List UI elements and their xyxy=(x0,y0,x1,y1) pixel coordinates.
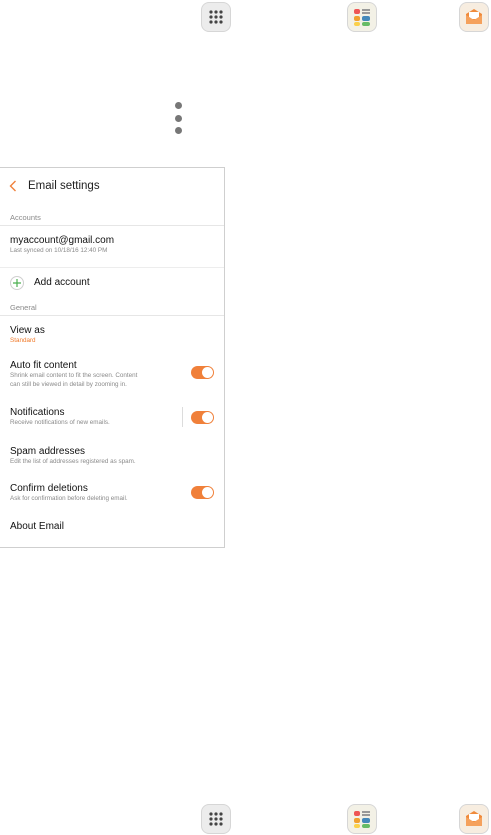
app-folder-icon[interactable] xyxy=(347,2,377,32)
account-email: myaccount@gmail.com xyxy=(10,235,115,246)
plus-icon xyxy=(10,275,24,290)
view-as-label: View as xyxy=(10,325,45,336)
auto-fit-content-item[interactable]: Auto fit content Shrink email content to… xyxy=(0,356,224,403)
notifications-toggle[interactable] xyxy=(191,411,214,424)
view-as-value: Standard xyxy=(10,337,36,344)
apps-grid-icon[interactable] xyxy=(201,2,231,32)
confirm-deletions-item[interactable]: Confirm deletions Ask for confirmation b… xyxy=(0,481,224,521)
section-header-accounts: Accounts xyxy=(0,203,224,226)
about-email-item[interactable]: About Email xyxy=(0,521,224,541)
confirm-desc: Ask for confirmation before deleting ema… xyxy=(10,495,128,502)
notifications-desc: Receive notifications of new emails. xyxy=(10,419,110,426)
auto-fit-desc-2: can still be viewed in detail by zooming… xyxy=(10,381,127,388)
bottom-icon-row xyxy=(0,802,491,835)
back-arrow-icon[interactable] xyxy=(9,179,21,193)
email-app-icon[interactable] xyxy=(459,2,489,32)
about-label: About Email xyxy=(10,521,64,532)
add-account-label: Add account xyxy=(34,277,90,288)
spam-desc: Edit the list of addresses registered as… xyxy=(10,458,136,465)
account-sync-status: Last synced on 10/18/16 12:40 PM xyxy=(10,247,108,254)
notifications-label: Notifications xyxy=(10,407,65,418)
divider xyxy=(182,407,183,427)
confirm-deletions-toggle[interactable] xyxy=(191,486,214,499)
notifications-item[interactable]: Notifications Receive notifications of n… xyxy=(0,403,224,445)
add-account-button[interactable]: Add account xyxy=(0,268,224,297)
email-settings-screen: Email settings Accounts myaccount@gmail.… xyxy=(0,167,225,548)
spam-addresses-item[interactable]: Spam addresses Edit the list of addresse… xyxy=(0,445,224,481)
app-bar: Email settings xyxy=(0,168,224,203)
account-item[interactable]: myaccount@gmail.com Last synced on 10/18… xyxy=(0,226,224,268)
auto-fit-toggle[interactable] xyxy=(191,366,214,379)
section-header-general: General xyxy=(0,297,224,316)
more-options-icon[interactable] xyxy=(172,102,184,134)
apps-grid-icon[interactable] xyxy=(201,804,231,834)
app-folder-icon[interactable] xyxy=(347,804,377,834)
confirm-label: Confirm deletions xyxy=(10,483,88,494)
view-as-item[interactable]: View as Standard xyxy=(0,316,224,356)
top-icon-row xyxy=(0,0,491,36)
auto-fit-label: Auto fit content xyxy=(10,360,77,371)
page-title: Email settings xyxy=(28,179,100,192)
email-app-icon[interactable] xyxy=(459,804,489,834)
auto-fit-desc-1: Shrink email content to fit the screen. … xyxy=(10,372,138,379)
spam-label: Spam addresses xyxy=(10,446,86,457)
